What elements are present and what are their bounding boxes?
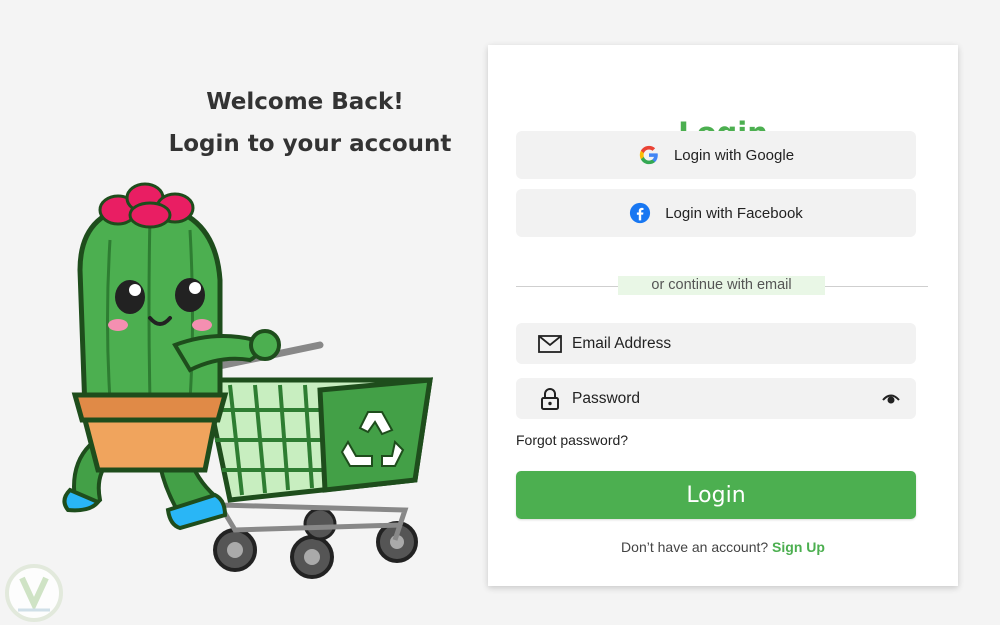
lock-icon: [538, 387, 562, 411]
login-button[interactable]: Login: [516, 471, 916, 519]
email-field[interactable]: [516, 323, 916, 364]
welcome-subline: Login to your account: [168, 131, 452, 157]
signup-prompt: Don’t have an account?: [621, 539, 769, 555]
facebook-button-label: Login with Facebook: [665, 204, 803, 222]
sign-up-link[interactable]: Sign Up: [772, 539, 825, 555]
watermark-logo-icon: [5, 564, 63, 622]
divider-text: or continue with email: [618, 276, 825, 295]
forgot-password-link[interactable]: Forgot password?: [516, 432, 628, 448]
welcome-line: Welcome Back!: [206, 89, 404, 115]
google-icon: [639, 145, 658, 165]
login-with-facebook-button[interactable]: Login with Facebook: [516, 189, 916, 237]
password-field[interactable]: [516, 378, 916, 419]
cactus-mascot-illustration: [62, 182, 433, 579]
show-password-eye-icon[interactable]: [882, 390, 900, 408]
signup-row: Don’t have an account? Sign Up: [488, 539, 958, 555]
shopping-cart-icon: [196, 341, 433, 579]
email-input[interactable]: [572, 334, 862, 353]
login-with-google-button[interactable]: Login with Google: [516, 131, 916, 179]
facebook-icon: [630, 202, 651, 224]
password-input[interactable]: [572, 389, 862, 408]
google-button-label: Login with Google: [673, 146, 795, 164]
welcome-heading: Welcome Back! Login to your account: [150, 86, 470, 160]
mail-icon: [538, 332, 562, 356]
